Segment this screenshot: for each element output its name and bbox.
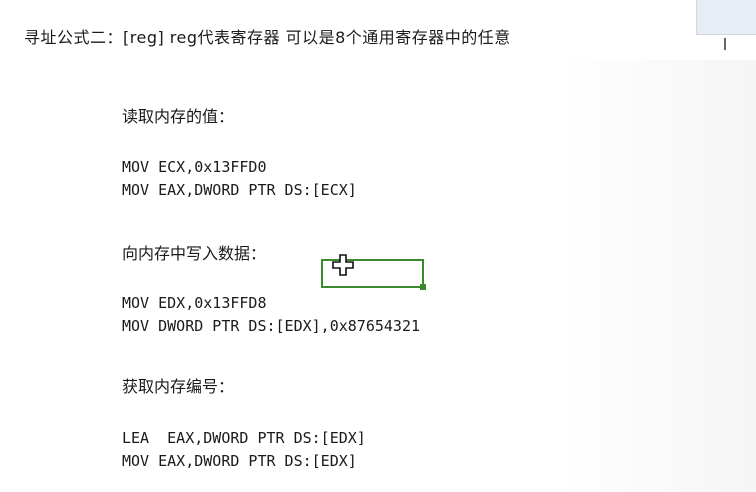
page-heading: 寻址公式二：[reg] reg代表寄存器 可以是8个通用寄存器中的任意 (24, 28, 511, 47)
code-line: LEA EAX,DWORD PTR DS:[EDX] (122, 429, 366, 447)
code-line: MOV EAX,DWORD PTR DS:[ECX] (122, 181, 357, 199)
text-caret (724, 38, 726, 50)
code-block-address: LEA EAX,DWORD PTR DS:[EDX] MOV EAX,DWORD… (122, 427, 366, 473)
window-corner-panel (696, 0, 756, 35)
section-label-read: 读取内存的值： (122, 107, 235, 126)
heading-fade (640, 18, 700, 50)
fill-handle[interactable] (420, 284, 426, 290)
section-label-write: 向内存中写入数据： (122, 244, 267, 263)
code-block-read: MOV ECX,0x13FFD0 MOV EAX,DWORD PTR DS:[E… (122, 156, 357, 202)
section-label-address: 获取内存编号： (122, 377, 235, 396)
code-block-write: MOV EDX,0x13FFD8 MOV DWORD PTR DS:[EDX],… (122, 292, 420, 338)
code-line: MOV ECX,0x13FFD0 (122, 158, 267, 176)
crosshair-cursor-icon (332, 254, 354, 276)
code-line: MOV EAX,DWORD PTR DS:[EDX] (122, 452, 357, 470)
code-line: MOV DWORD PTR DS:[EDX],0x87654321 (122, 317, 421, 335)
background-shade (560, 60, 756, 492)
code-line: MOV EDX,0x13FFD8 (122, 294, 267, 312)
